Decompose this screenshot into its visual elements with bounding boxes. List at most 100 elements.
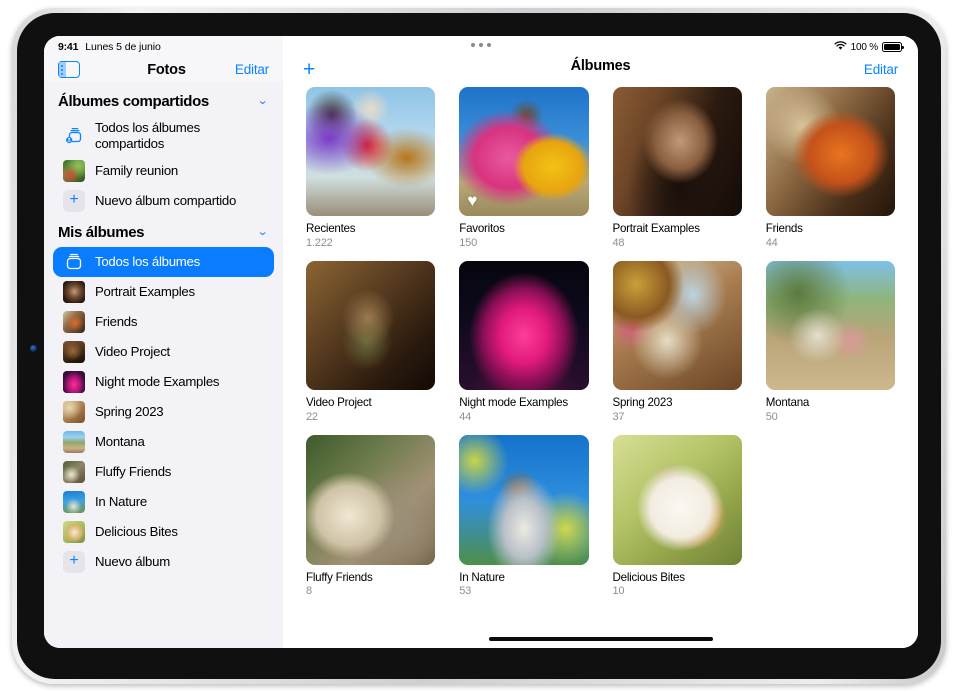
- sidebar-section-header-shared[interactable]: Álbumes compartidos ⌄: [53, 87, 274, 116]
- add-album-button[interactable]: +: [303, 59, 327, 80]
- sidebar-item-label: Fluffy Friends: [95, 464, 171, 480]
- album-name: Friends: [766, 222, 895, 235]
- sidebar-item-delicious-bites[interactable]: Delicious Bites: [53, 517, 274, 547]
- sidebar-item-label: Todos los álbumes: [95, 254, 200, 270]
- sidebar-item-label: Nuevo álbum compartido: [95, 193, 236, 209]
- home-indicator[interactable]: [489, 637, 713, 642]
- album-thumbnail: [63, 461, 85, 483]
- album-count: 48: [613, 237, 742, 250]
- page-title: Álbumes: [283, 58, 918, 74]
- albums-grid: Recientes 1.222 ♥ Favoritos 150: [283, 81, 918, 648]
- shared-albums-icon: [63, 125, 85, 147]
- sidebar-item-friends[interactable]: Friends: [53, 307, 274, 337]
- album-count: 8: [306, 585, 435, 598]
- sidebar-item-label: Todos los álbumes compartidos: [95, 120, 264, 152]
- sidebar-toggle-icon[interactable]: [58, 61, 80, 78]
- sidebar-item-spring-2023[interactable]: Spring 2023: [53, 397, 274, 427]
- chevron-down-icon[interactable]: ⌄: [257, 96, 269, 107]
- album-cover-image: [766, 261, 895, 390]
- sidebar-item-label: Nuevo álbum: [95, 554, 170, 570]
- sidebar-item-nuevo-album[interactable]: + Nuevo álbum: [53, 547, 274, 577]
- multitask-dot: [487, 43, 491, 47]
- ipad-device-frame: 9:41 Lunes 5 de junio 100 %: [12, 8, 946, 684]
- plus-icon: +: [63, 190, 85, 212]
- sidebar-section-header-my-albums[interactable]: Mis álbumes ⌄: [53, 218, 274, 247]
- sidebar-item-label: Montana: [95, 434, 145, 450]
- sidebar-item-nuevo-album-compartido[interactable]: + Nuevo álbum compartido: [53, 186, 274, 216]
- sidebar-item-fluffy-friends[interactable]: Fluffy Friends: [53, 457, 274, 487]
- album-count: 150: [459, 237, 588, 250]
- main-edit-button[interactable]: Editar: [864, 62, 898, 77]
- multitasking-control[interactable]: [44, 43, 918, 47]
- sidebar-item-label: Portrait Examples: [95, 284, 195, 300]
- album-count: 37: [613, 411, 742, 424]
- album-thumbnail: [63, 401, 85, 423]
- album-thumbnail: [63, 281, 85, 303]
- sidebar-item-todos-los-albumes[interactable]: Todos los álbumes: [53, 247, 274, 277]
- album-thumbnail: [63, 341, 85, 363]
- album-thumbnail: [63, 521, 85, 543]
- album-name: Favoritos: [459, 222, 588, 235]
- album-cover-image: [613, 435, 742, 564]
- sidebar-item-portrait-examples[interactable]: Portrait Examples: [53, 277, 274, 307]
- album-card-recientes[interactable]: Recientes 1.222: [306, 87, 435, 249]
- album-card-friends[interactable]: Friends 44: [766, 87, 895, 249]
- sidebar-edit-button[interactable]: Editar: [235, 62, 269, 77]
- album-thumbnail: [63, 491, 85, 513]
- album-cover-image: [613, 87, 742, 216]
- sidebar-item-label: Friends: [95, 314, 137, 330]
- multitask-dot: [471, 43, 475, 47]
- plus-icon: +: [63, 551, 85, 573]
- album-card-video-project[interactable]: Video Project 22: [306, 261, 435, 423]
- favorite-heart-icon: ♥: [467, 192, 477, 209]
- album-count: 44: [459, 411, 588, 424]
- sidebar-item-montana[interactable]: Montana: [53, 427, 274, 457]
- album-cover-image: [459, 435, 588, 564]
- album-card-fluffy-friends[interactable]: Fluffy Friends 8: [306, 435, 435, 597]
- album-name: Spring 2023: [613, 396, 742, 409]
- album-name: Portrait Examples: [613, 222, 742, 235]
- album-thumbnail: [63, 431, 85, 453]
- album-name: Delicious Bites: [613, 571, 742, 584]
- album-name: Recientes: [306, 222, 435, 235]
- album-name: In Nature: [459, 571, 588, 584]
- multitask-dot: [479, 43, 483, 47]
- sidebar-item-label: In Nature: [95, 494, 147, 510]
- album-count: 50: [766, 411, 895, 424]
- main-content: + Álbumes Editar Recientes 1.222: [283, 36, 918, 648]
- album-thumbnail: [63, 160, 85, 182]
- sidebar: Fotos Editar Álbumes compartidos ⌄: [44, 36, 283, 648]
- album-cover-image: [766, 87, 895, 216]
- album-name: Montana: [766, 396, 895, 409]
- album-cover-image: [459, 261, 588, 390]
- sidebar-section-title: Álbumes compartidos: [58, 93, 209, 110]
- album-card-montana[interactable]: Montana 50: [766, 261, 895, 423]
- albums-stack-icon: [63, 251, 85, 273]
- sidebar-item-todos-los-albumes-compartidos[interactable]: Todos los álbumes compartidos: [53, 116, 274, 156]
- album-cover-image: ♥: [459, 87, 588, 216]
- sidebar-title: Fotos: [147, 62, 185, 78]
- album-cover-image: [306, 87, 435, 216]
- album-card-favoritos[interactable]: ♥ Favoritos 150: [459, 87, 588, 249]
- front-camera-icon: [30, 345, 37, 352]
- album-count: 22: [306, 411, 435, 424]
- chevron-down-icon[interactable]: ⌄: [257, 227, 269, 238]
- sidebar-item-label: Spring 2023: [95, 404, 163, 420]
- album-card-night-mode-examples[interactable]: Night mode Examples 44: [459, 261, 588, 423]
- sidebar-item-label: Family reunion: [95, 163, 178, 179]
- album-cover-image: [613, 261, 742, 390]
- album-card-in-nature[interactable]: In Nature 53: [459, 435, 588, 597]
- album-cover-image: [306, 261, 435, 390]
- album-count: 10: [613, 585, 742, 598]
- sidebar-scroll-area[interactable]: Álbumes compartidos ⌄: [44, 81, 283, 648]
- album-card-spring-2023[interactable]: Spring 2023 37: [613, 261, 742, 423]
- album-card-delicious-bites[interactable]: Delicious Bites 10: [613, 435, 742, 597]
- sidebar-item-video-project[interactable]: Video Project: [53, 337, 274, 367]
- sidebar-item-night-mode-examples[interactable]: Night mode Examples: [53, 367, 274, 397]
- device-screen: 9:41 Lunes 5 de junio 100 %: [44, 36, 918, 648]
- album-name: Fluffy Friends: [306, 571, 435, 584]
- album-card-portrait-examples[interactable]: Portrait Examples 48: [613, 87, 742, 249]
- album-thumbnail: [63, 371, 85, 393]
- sidebar-item-family-reunion[interactable]: Family reunion: [53, 156, 274, 186]
- sidebar-item-in-nature[interactable]: In Nature: [53, 487, 274, 517]
